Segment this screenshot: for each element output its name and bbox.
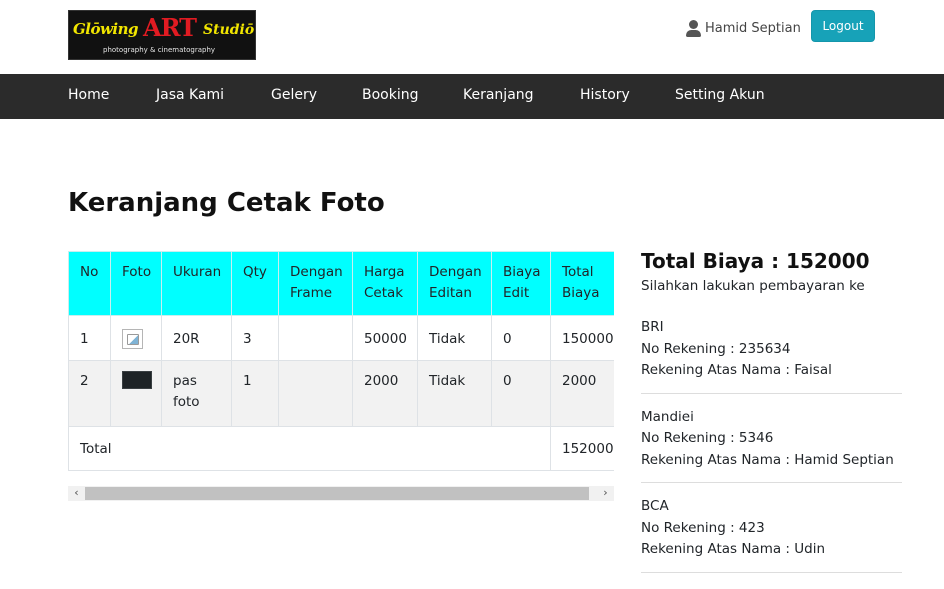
user-info: Hamid Septian (686, 18, 801, 38)
column-header-total-biaya: Total Biaya (550, 251, 614, 316)
bank-account-holder: Rekening Atas Nama : Faisal (641, 362, 832, 378)
scroll-right-icon[interactable]: › (597, 486, 614, 501)
cart-table: No Foto Ukuran Qty Dengan Frame Harga Ce… (68, 251, 614, 471)
cell-no: 1 (68, 315, 111, 361)
column-header-foto: Foto (110, 251, 162, 316)
cell-editan: Tidak (417, 315, 492, 361)
bank-account-number: No Rekening : 235634 (641, 340, 791, 357)
cell-no: 2 (68, 360, 111, 427)
cell-ukuran: pas foto (161, 360, 232, 427)
cell-total: 2000 (550, 360, 614, 427)
bank-account-number: No Rekening : 423 (641, 519, 765, 536)
photo-thumbnail[interactable] (122, 371, 152, 389)
main-nav: Home Jasa Kami Gelery Booking Keranjang … (0, 74, 944, 119)
total-cost: Total Biaya : 152000 (641, 249, 870, 273)
cell-ukuran: 20R (161, 315, 232, 361)
payment-summary: Total Biaya : 152000 Silahkan lakukan pe… (641, 248, 902, 573)
user-icon (686, 19, 701, 37)
cell-frame (278, 315, 353, 361)
site-header: Glōwing ART Studiō photography & cinemat… (0, 0, 944, 74)
nav-item-home[interactable]: Home (68, 74, 109, 119)
cell-biaya-edit: 0 (491, 315, 551, 361)
column-header-biaya-edit: Biaya Edit (491, 251, 551, 316)
nav-item-gelery[interactable]: Gelery (271, 74, 317, 119)
nav-item-history[interactable]: History (580, 74, 630, 119)
cell-qty: 1 (231, 360, 279, 427)
cell-biaya-edit: 0 (491, 360, 551, 427)
table-row: 1 20R 3 50000 Tidak 0 150000 (68, 315, 614, 361)
scroll-left-icon[interactable]: ‹ (68, 486, 85, 501)
scrollbar-thumb[interactable] (85, 487, 589, 500)
payment-instruction: Silahkan lakukan pembayaran ke (641, 278, 865, 294)
cell-frame (278, 360, 353, 427)
cell-total: 150000 (550, 315, 614, 361)
page-title: Keranjang Cetak Foto (68, 188, 385, 218)
cell-qty: 3 (231, 315, 279, 361)
column-header-no: No (68, 251, 111, 316)
bank-info-mandiri: Mandiei No Rekening : 5346 Rekening Atas… (641, 394, 902, 483)
column-header-dengan-frame: Dengan Frame (278, 251, 353, 316)
bank-name: Mandiei (641, 408, 694, 425)
table-total-row: Total 152000 (68, 426, 614, 471)
nav-item-setting-akun[interactable]: Setting Akun (675, 74, 765, 119)
logo-text-glowing: Glōwing (73, 20, 139, 38)
nav-item-keranjang[interactable]: Keranjang (463, 74, 534, 119)
cell-harga: 50000 (352, 315, 418, 361)
bank-account-number: No Rekening : 5346 (641, 430, 774, 446)
cell-foto (110, 360, 162, 427)
column-header-dengan-editan: Dengan Editan (417, 251, 492, 316)
total-label: Total (68, 426, 551, 471)
table-row: 2 pas foto 1 2000 Tidak 0 2000 (68, 360, 614, 427)
table-header-row: No Foto Ukuran Qty Dengan Frame Harga Ce… (68, 251, 614, 316)
bank-name: BRI (641, 319, 664, 335)
nav-item-booking[interactable]: Booking (362, 74, 419, 119)
logo-text-studio: Studiō (203, 22, 255, 38)
cell-harga: 2000 (352, 360, 418, 427)
user-name: Hamid Septian (705, 20, 801, 36)
bank-info-bri: BRI No Rekening : 235634 Rekening Atas N… (641, 297, 902, 394)
total-value: 152000 (550, 426, 614, 471)
table-horizontal-scrollbar[interactable]: ‹ › (68, 486, 614, 501)
cart-table-container: No Foto Ukuran Qty Dengan Frame Harga Ce… (68, 251, 614, 471)
column-header-harga-cetak: Harga Cetak (352, 251, 418, 316)
logo-tagline: photography & cinematography (103, 46, 216, 54)
bank-info-bca: BCA No Rekening : 423 Rekening Atas Nama… (641, 483, 902, 573)
logo-text-art: ART (143, 13, 197, 42)
cell-editan: Tidak (417, 360, 492, 427)
cell-foto (110, 315, 162, 361)
column-header-qty: Qty (231, 251, 279, 316)
broken-image-icon[interactable] (122, 329, 143, 349)
column-header-ukuran: Ukuran (161, 251, 232, 316)
nav-item-jasa-kami[interactable]: Jasa Kami (156, 74, 224, 119)
site-logo[interactable]: Glōwing ART Studiō photography & cinemat… (68, 10, 256, 60)
bank-account-holder: Rekening Atas Nama : Udin (641, 541, 826, 557)
logout-button[interactable]: Logout (811, 10, 875, 42)
bank-account-holder: Rekening Atas Nama : Hamid Septian (641, 451, 894, 468)
bank-name: BCA (641, 498, 669, 514)
